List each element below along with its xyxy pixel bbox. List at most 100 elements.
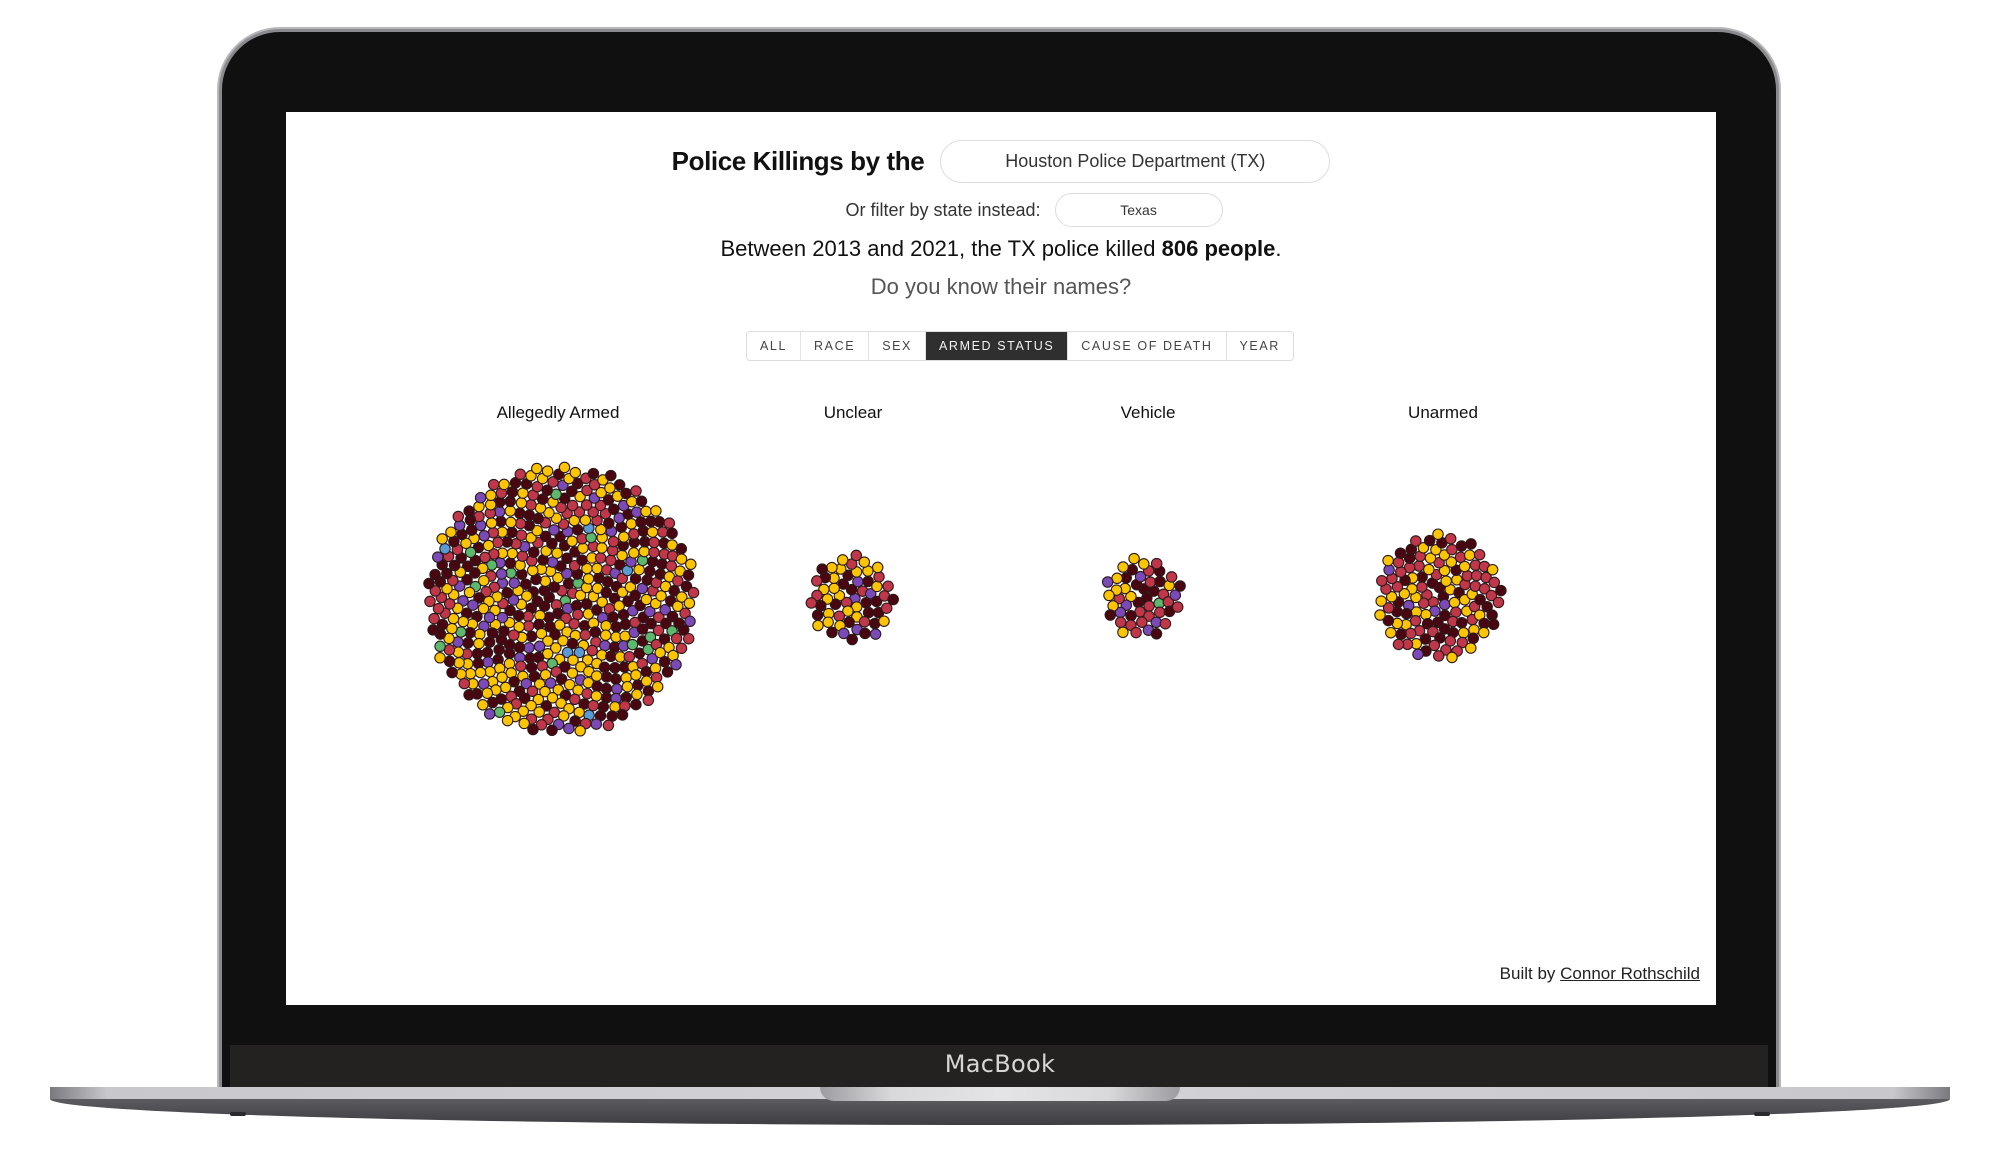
person-dot[interactable] bbox=[1448, 596, 1461, 609]
person-dot[interactable] bbox=[1392, 638, 1405, 651]
person-dot[interactable] bbox=[587, 467, 600, 480]
person-dot[interactable] bbox=[619, 618, 632, 631]
person-dot[interactable] bbox=[541, 465, 554, 477]
person-dot[interactable] bbox=[878, 615, 890, 627]
person-dot[interactable] bbox=[465, 524, 478, 536]
person-dot[interactable] bbox=[590, 718, 603, 730]
person-dot[interactable] bbox=[474, 491, 487, 504]
person-dot[interactable] bbox=[493, 706, 506, 718]
person-dot[interactable] bbox=[1150, 557, 1163, 570]
person-dot[interactable] bbox=[611, 683, 623, 695]
person-dot[interactable] bbox=[504, 557, 517, 569]
person-dot[interactable] bbox=[1465, 538, 1477, 550]
person-dot[interactable] bbox=[452, 510, 465, 523]
person-dot[interactable] bbox=[533, 640, 546, 653]
person-dot[interactable] bbox=[493, 506, 506, 518]
person-dot[interactable] bbox=[446, 622, 458, 635]
person-dot[interactable] bbox=[642, 694, 655, 707]
person-dot[interactable] bbox=[484, 498, 497, 511]
person-dot[interactable] bbox=[526, 564, 539, 577]
person-dot[interactable] bbox=[525, 630, 538, 643]
person-dot[interactable] bbox=[486, 696, 499, 709]
person-dot[interactable] bbox=[828, 582, 840, 595]
person-dot[interactable] bbox=[682, 569, 695, 581]
person-dot[interactable] bbox=[590, 690, 603, 702]
person-dot[interactable] bbox=[602, 719, 615, 732]
person-dot[interactable] bbox=[463, 505, 475, 517]
person-dot[interactable] bbox=[640, 505, 652, 518]
person-dot[interactable] bbox=[505, 516, 517, 529]
person-dot[interactable] bbox=[445, 526, 457, 538]
person-dot[interactable] bbox=[630, 698, 642, 711]
person-dot[interactable] bbox=[501, 714, 514, 727]
person-dot[interactable] bbox=[873, 571, 885, 583]
person-dot[interactable] bbox=[1446, 543, 1458, 556]
person-dot[interactable] bbox=[503, 657, 516, 670]
person-dot[interactable] bbox=[485, 517, 498, 529]
person-dot[interactable] bbox=[523, 641, 535, 654]
person-dot[interactable] bbox=[628, 547, 640, 559]
person-dot[interactable] bbox=[1409, 615, 1422, 627]
person-dot[interactable] bbox=[434, 640, 446, 653]
person-dot[interactable] bbox=[439, 543, 451, 555]
person-dot[interactable] bbox=[1138, 558, 1150, 570]
person-dot[interactable] bbox=[1394, 547, 1407, 559]
person-dot[interactable] bbox=[603, 517, 615, 529]
person-dot[interactable] bbox=[869, 628, 882, 640]
person-dot[interactable] bbox=[1395, 566, 1407, 578]
person-dot[interactable] bbox=[1457, 627, 1470, 639]
person-dot[interactable] bbox=[496, 671, 508, 684]
person-dot[interactable] bbox=[1165, 571, 1178, 583]
person-dot[interactable] bbox=[616, 709, 629, 721]
person-dot[interactable] bbox=[436, 533, 448, 545]
person-dot[interactable] bbox=[569, 466, 582, 479]
person-dot[interactable] bbox=[1400, 607, 1413, 620]
person-dot[interactable] bbox=[482, 656, 494, 668]
person-dot[interactable] bbox=[871, 561, 884, 574]
person-dot[interactable] bbox=[656, 558, 668, 570]
person-dot[interactable] bbox=[610, 673, 622, 685]
person-dot[interactable] bbox=[1374, 609, 1386, 621]
person-dot[interactable] bbox=[859, 627, 871, 640]
person-dot[interactable] bbox=[495, 633, 508, 646]
person-dot[interactable] bbox=[599, 629, 612, 641]
person-dot[interactable] bbox=[481, 687, 494, 699]
person-dot[interactable] bbox=[515, 497, 528, 509]
person-dot[interactable] bbox=[607, 503, 620, 516]
person-dot[interactable] bbox=[443, 655, 456, 668]
person-dot[interactable] bbox=[487, 478, 500, 491]
person-dot[interactable] bbox=[432, 551, 444, 563]
person-dot[interactable] bbox=[657, 526, 669, 538]
person-dot[interactable] bbox=[1432, 650, 1445, 662]
person-dot[interactable] bbox=[646, 526, 659, 538]
person-dot[interactable] bbox=[635, 495, 648, 507]
person-dot[interactable] bbox=[1495, 584, 1507, 597]
person-dot[interactable] bbox=[626, 638, 639, 651]
person-dot[interactable] bbox=[630, 669, 642, 681]
person-dot[interactable] bbox=[458, 677, 471, 690]
person-dot[interactable] bbox=[1446, 651, 1458, 664]
person-dot[interactable] bbox=[434, 652, 446, 664]
person-dot[interactable] bbox=[1171, 601, 1184, 613]
person-dot[interactable] bbox=[514, 468, 527, 481]
person-dot[interactable] bbox=[811, 609, 824, 621]
person-dot[interactable] bbox=[501, 587, 514, 599]
person-dot[interactable] bbox=[1385, 626, 1397, 639]
person-dot[interactable] bbox=[599, 639, 611, 652]
person-dot[interactable] bbox=[805, 597, 818, 609]
person-dot[interactable] bbox=[670, 658, 682, 671]
person-dot[interactable] bbox=[1382, 554, 1394, 567]
person-dot[interactable] bbox=[685, 558, 697, 571]
person-dot[interactable] bbox=[504, 505, 517, 517]
person-dot[interactable] bbox=[527, 723, 539, 736]
person-dot[interactable] bbox=[651, 680, 664, 693]
person-dot[interactable] bbox=[483, 636, 496, 648]
person-dot[interactable] bbox=[600, 620, 612, 632]
person-dot[interactable] bbox=[1455, 616, 1468, 629]
person-dot[interactable] bbox=[1478, 626, 1490, 639]
person-dot[interactable] bbox=[493, 643, 505, 656]
person-dot[interactable] bbox=[1101, 576, 1114, 588]
person-dot[interactable] bbox=[630, 485, 642, 497]
person-dot[interactable] bbox=[1416, 581, 1428, 593]
person-dot[interactable] bbox=[424, 595, 436, 608]
